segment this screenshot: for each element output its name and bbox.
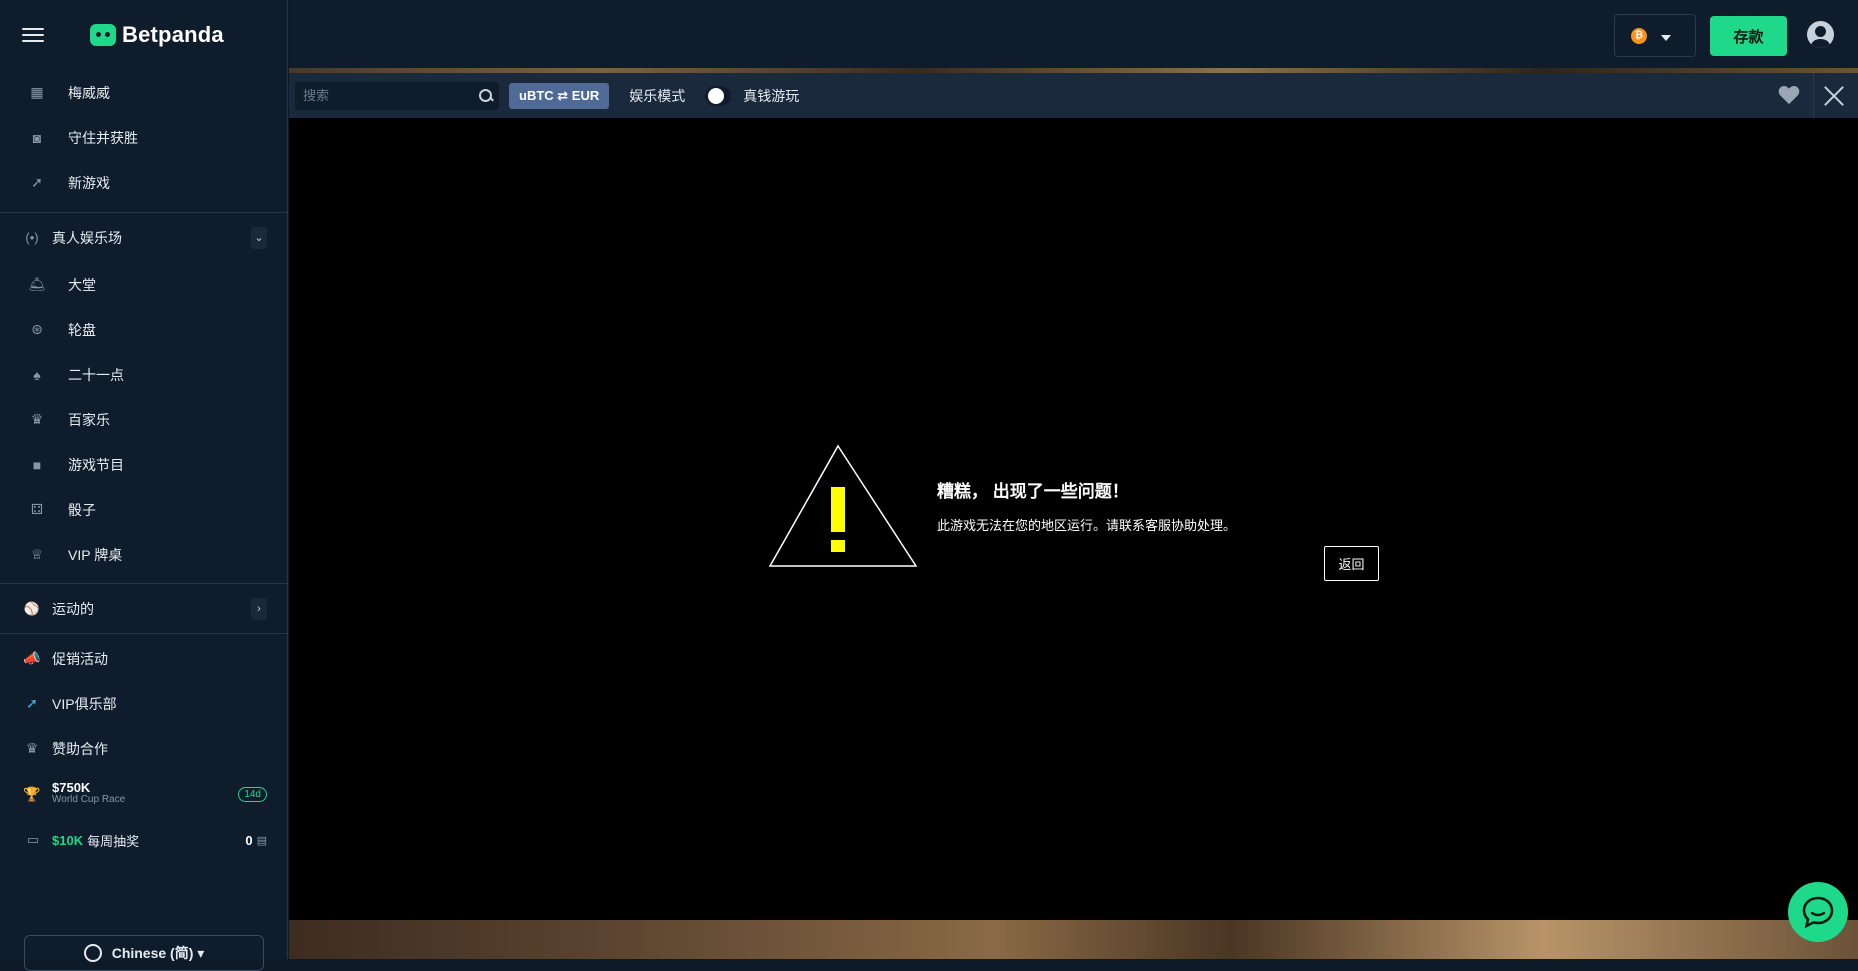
- sidebar-section-live-casino[interactable]: (•) 真人娱乐场 ⌄: [0, 212, 287, 262]
- language-selector[interactable]: Chinese (简) ▾: [24, 935, 264, 971]
- sidebar-item-weekly-draw[interactable]: ▭ $10K 每周抽奖 0 ▤: [0, 817, 287, 863]
- globe-icon: [83, 944, 102, 962]
- close-icon[interactable]: [1822, 83, 1846, 107]
- search-input[interactable]: [303, 88, 479, 103]
- slot-machine-icon: ▦: [30, 84, 44, 100]
- race-name: World Cup Race: [52, 794, 126, 805]
- sidebar-item-lobby[interactable]: 🛎 大堂: [0, 262, 287, 307]
- panda-icon: [90, 24, 116, 46]
- ticket-icon: ▭: [26, 832, 40, 847]
- chat-icon: [1802, 896, 1834, 929]
- sidebar-item-game-shows[interactable]: ■ 游戏节目: [0, 442, 287, 487]
- sidebar-item-vip-club[interactable]: ➚ VIP俱乐部: [0, 681, 287, 726]
- mode-toggle[interactable]: [705, 85, 732, 106]
- game-toolbar: uBTC ⇄ EUR 娱乐模式 真钱游玩: [289, 73, 1858, 118]
- sidebar-item-baccarat[interactable]: ♛ 百家乐: [0, 397, 287, 442]
- warning-icon: [768, 444, 918, 567]
- fun-mode-label: 娱乐模式: [629, 87, 686, 104]
- currency-selector[interactable]: ₿: [1614, 14, 1696, 57]
- sidebar-item-sponsorships[interactable]: ♛ 赞助合作: [0, 726, 287, 771]
- rocket-icon: ➚: [31, 174, 43, 190]
- draw-amount: $10K: [52, 832, 84, 848]
- search-icon[interactable]: [479, 88, 493, 103]
- sidebar-item-vip-tables[interactable]: ♕ VIP 牌桌: [0, 532, 287, 577]
- vip-crown-icon: ♕: [30, 546, 44, 562]
- sidebar-item-hold-and-win[interactable]: ◙ 守住并获胜: [0, 115, 287, 160]
- currency-conversion-button[interactable]: uBTC ⇄ EUR: [509, 82, 610, 109]
- real-mode-label: 真钱游玩: [743, 87, 800, 104]
- toolbar-divider: [1813, 73, 1814, 118]
- race-text: $750K World Cup Race: [52, 780, 238, 806]
- draw-ticket-count: 0: [245, 832, 253, 848]
- back-button[interactable]: 返回: [1324, 546, 1379, 581]
- sidebar-item-dice[interactable]: ⚃ 骰子: [0, 487, 287, 532]
- account-icon[interactable]: [1807, 21, 1834, 48]
- sidebar-section-sports[interactable]: ⚾ 运动的 ›: [0, 583, 287, 633]
- draw-label: 每周抽奖: [87, 833, 140, 849]
- crown-icon: ♛: [30, 411, 44, 427]
- sidebar-item-slots[interactable]: ▦ 梅威威: [0, 70, 287, 115]
- spade-icon: ♠: [33, 366, 41, 383]
- search-box: [295, 81, 499, 110]
- roulette-icon: ⊛: [31, 321, 43, 337]
- sidebar-bottom-group: 📣 促销活动 ➚ VIP俱乐部 ♛ 赞助合作 🏆 $750K World Cup…: [0, 633, 287, 863]
- deposit-button[interactable]: 存款: [1710, 16, 1787, 56]
- ball-icon: ⚾: [23, 600, 41, 616]
- chevron-down-icon[interactable]: ⌄: [251, 226, 267, 249]
- sidebar-item-blackjack[interactable]: ♠ 二十一点: [0, 352, 287, 397]
- chest-icon: ◙: [32, 129, 42, 146]
- dice-icon: ⚃: [30, 501, 44, 517]
- caret-down-icon: [1661, 34, 1671, 41]
- sidebar-item-roulette[interactable]: ⊛ 轮盘: [0, 307, 287, 352]
- sidebar-item-promotions[interactable]: 📣 促销活动: [0, 636, 287, 681]
- menu-icon[interactable]: [22, 27, 44, 43]
- camera-icon: ■: [32, 456, 42, 473]
- sidebar: Betpanda ▦ 梅威威 ◙ 守住并获胜 ➚ 新游戏 (•) 真人娱乐场 ⌄…: [0, 0, 288, 971]
- heart-icon[interactable]: [1778, 85, 1800, 105]
- chat-button[interactable]: [1788, 882, 1848, 942]
- brand-name: Betpanda: [122, 22, 224, 47]
- game-background-bottom: [289, 920, 1858, 959]
- brand-logo[interactable]: Betpanda: [90, 22, 224, 48]
- sidebar-item-new-games[interactable]: ➚ 新游戏: [0, 160, 287, 205]
- chevron-right-icon[interactable]: ›: [251, 597, 267, 620]
- error-title: 糟糕， 出现了一些问题！: [937, 482, 1129, 501]
- megaphone-icon: 📣: [23, 650, 41, 666]
- race-amount: $750K: [52, 780, 91, 795]
- error-message: 此游戏无法在您的地区运行。请联系客服协助处理。: [937, 518, 1237, 533]
- sidebar-header: Betpanda: [0, 0, 287, 70]
- broadcast-icon: (•): [25, 230, 39, 245]
- bitcoin-icon: ₿: [1631, 27, 1647, 44]
- bell-icon: 🛎: [28, 276, 46, 292]
- race-days-badge: 14d: [238, 786, 267, 802]
- rocket-icon: ➚: [26, 695, 38, 711]
- ticket-small-icon: ▤: [256, 834, 267, 847]
- trophy-icon: 🏆: [23, 785, 41, 802]
- sidebar-item-world-cup-race[interactable]: 🏆 $750K World Cup Race 14d: [0, 771, 287, 817]
- crown-icon: ♛: [25, 740, 39, 756]
